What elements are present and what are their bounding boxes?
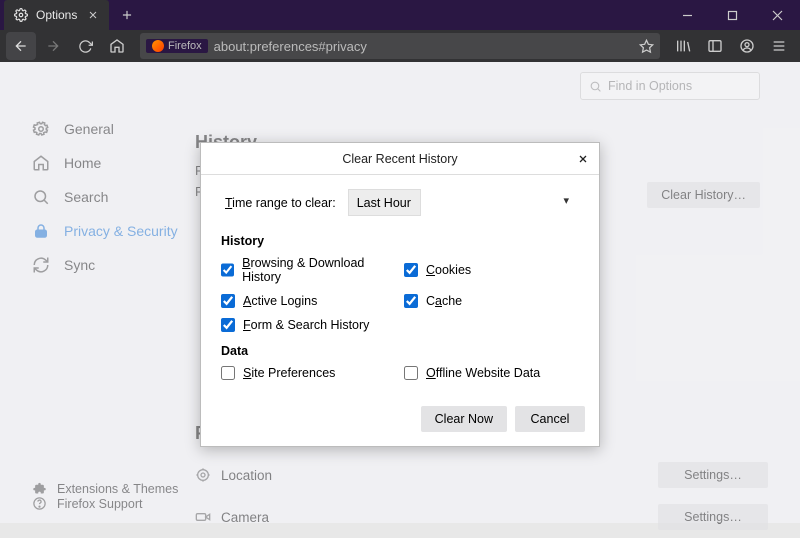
range-label-rest: ime range to clear: — [232, 196, 336, 210]
check-cache[interactable]: Cache — [404, 294, 579, 308]
nav-reload-button[interactable] — [70, 32, 100, 60]
new-tab-button[interactable] — [113, 1, 141, 29]
titlebar: Options — [0, 0, 800, 30]
time-range-label: Time range to clear: — [221, 196, 336, 210]
url-text: about:preferences#privacy — [214, 39, 367, 54]
check-cookies[interactable]: Cookies — [404, 256, 579, 284]
nav-forward-button[interactable] — [38, 32, 68, 60]
clear-now-button[interactable]: Clear Now — [421, 406, 507, 432]
nav-back-button[interactable] — [6, 32, 36, 60]
window-close[interactable] — [755, 0, 800, 30]
library-button[interactable] — [668, 32, 698, 60]
check-offline[interactable]: Offline Website Data — [404, 366, 579, 380]
group-data-heading: Data — [221, 344, 579, 358]
firefox-logo-icon — [152, 40, 164, 52]
dialog-title: Clear Recent History — [342, 152, 457, 166]
clear-history-dialog: Clear Recent History Time range to clear… — [200, 142, 600, 447]
browser-tab[interactable]: Options — [4, 0, 109, 30]
dialog-titlebar: Clear Recent History — [201, 143, 599, 175]
check-form[interactable]: Form & Search History — [221, 318, 396, 332]
navbar: Firefox about:preferences#privacy — [0, 30, 800, 62]
dialog-close-button[interactable] — [573, 149, 593, 169]
bookmark-star-icon[interactable] — [639, 39, 654, 54]
window-minimize[interactable] — [665, 0, 710, 30]
cancel-button[interactable]: Cancel — [515, 406, 585, 432]
window-controls — [665, 0, 800, 30]
url-bar[interactable]: Firefox about:preferences#privacy — [140, 33, 660, 59]
window-maximize[interactable] — [710, 0, 755, 30]
tab-close-icon[interactable] — [85, 7, 101, 23]
check-site-prefs[interactable]: Site Preferences — [221, 366, 396, 380]
gear-icon — [14, 8, 28, 22]
app-menu-button[interactable] — [764, 32, 794, 60]
sidebar-button[interactable] — [700, 32, 730, 60]
nav-home-button[interactable] — [102, 32, 132, 60]
identity-label: Firefox — [168, 40, 202, 52]
group-history-heading: History — [221, 234, 579, 248]
time-range-select[interactable]: Last Hour — [348, 189, 421, 216]
identity-badge[interactable]: Firefox — [146, 39, 208, 53]
account-button[interactable] — [732, 32, 762, 60]
check-logins[interactable]: Active Logins — [221, 294, 396, 308]
tab-title: Options — [36, 8, 77, 22]
check-browsing[interactable]: Browsing & Download History — [221, 256, 396, 284]
